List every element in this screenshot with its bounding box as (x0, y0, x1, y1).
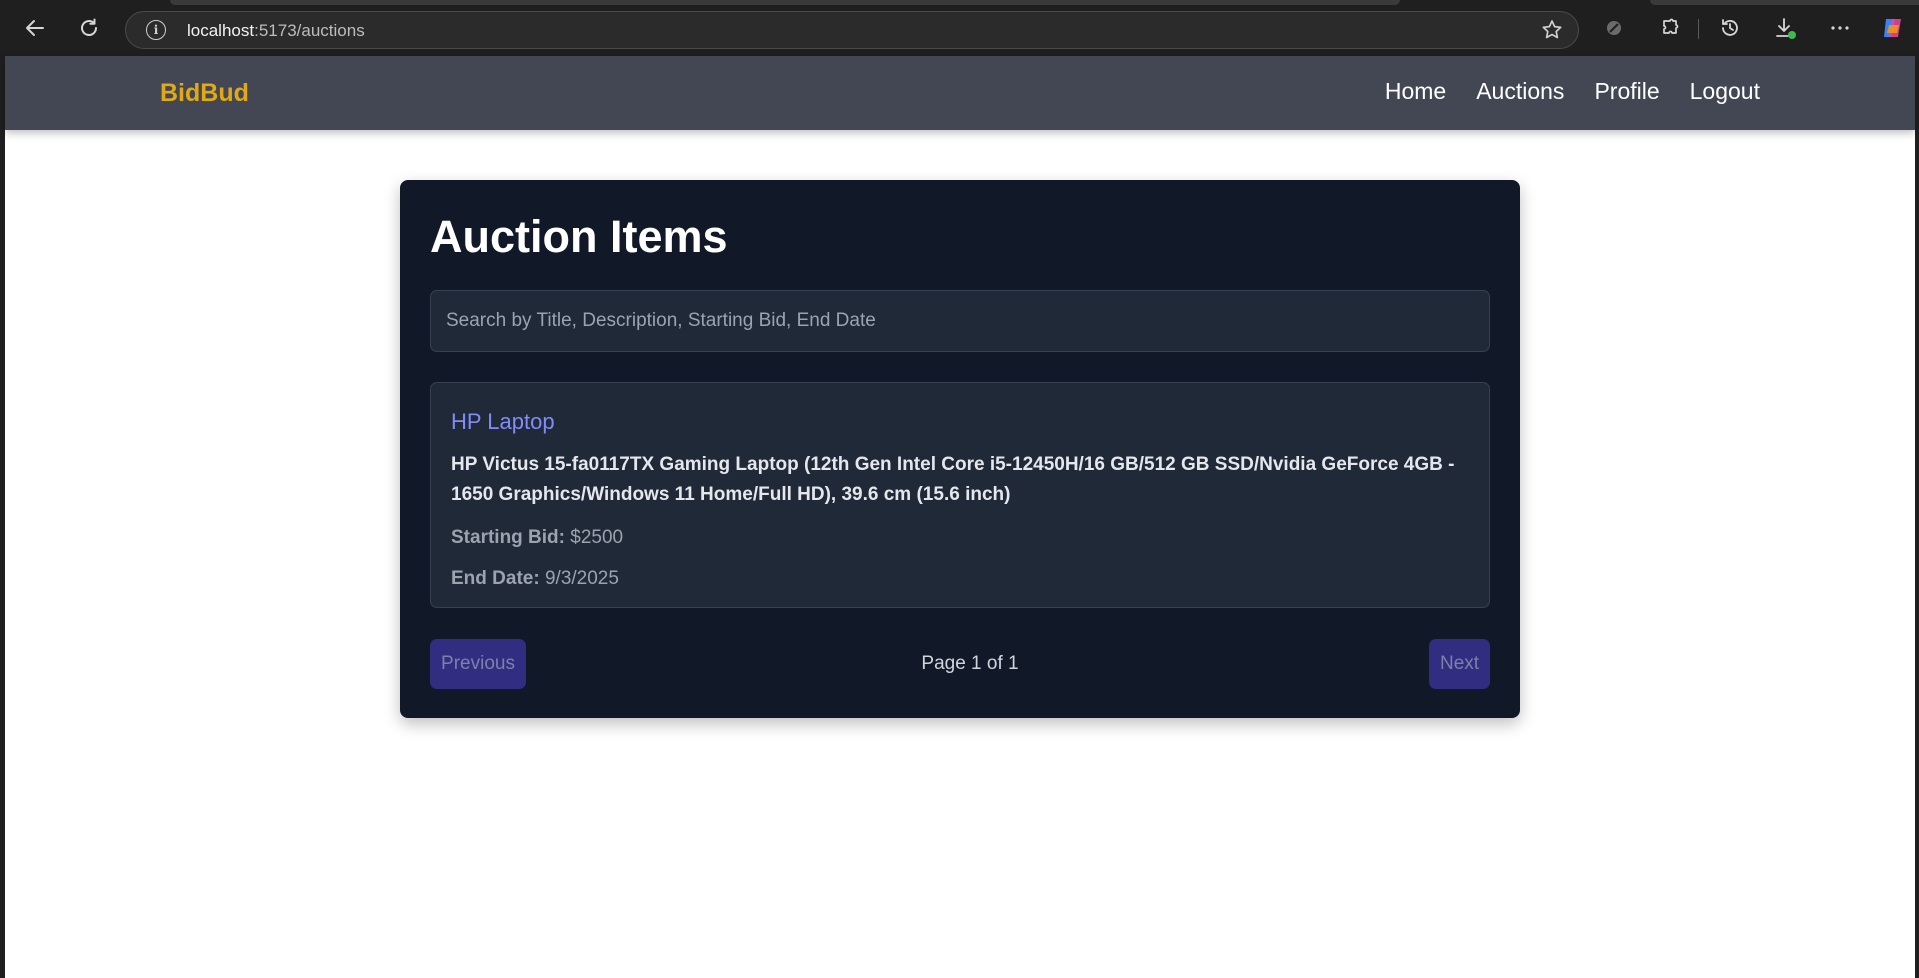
site-info-icon[interactable]: i (146, 20, 166, 40)
brand-logo[interactable]: BidBud (160, 79, 249, 108)
auction-item-card: HP Laptop HP Victus 15-fa0117TX Gaming L… (430, 382, 1490, 608)
next-page-button[interactable]: Next (1429, 639, 1490, 689)
favorite-star-icon[interactable] (1540, 18, 1564, 47)
starting-bid-value: $2500 (570, 527, 624, 548)
page-viewport: BidBud Home Auctions Profile Logout Auct… (5, 56, 1915, 978)
copilot-icon[interactable] (1878, 13, 1908, 43)
toolbar-separator (1698, 19, 1699, 39)
item-title-link[interactable]: HP Laptop (451, 409, 555, 435)
item-end-date: End Date: 9/3/2025 (451, 568, 619, 590)
end-date-value: 9/3/2025 (544, 568, 619, 589)
tab-strip (170, 0, 1400, 5)
tracking-shield-icon[interactable] (1599, 13, 1629, 43)
tab-strip-right (1650, 0, 1919, 5)
site-navbar: BidBud Home Auctions Profile Logout (5, 56, 1915, 130)
extensions-icon[interactable] (1655, 13, 1685, 43)
more-options-icon[interactable] (1825, 13, 1855, 43)
downloads-icon[interactable] (1770, 13, 1800, 43)
browser-toolbar: i localhost:5173/auctions (0, 0, 1919, 56)
nav-link-home[interactable]: Home (1385, 78, 1446, 105)
item-description: HP Victus 15-fa0117TX Gaming Laptop (12t… (451, 454, 1455, 505)
starting-bid-label: Starting Bid: (451, 527, 565, 548)
url-host: localhost (187, 21, 255, 40)
search-input[interactable] (430, 290, 1490, 352)
page-indicator: Page 1 of 1 (921, 653, 1019, 674)
address-bar[interactable]: i localhost:5173/auctions (125, 11, 1579, 49)
nav-link-profile[interactable]: Profile (1594, 78, 1659, 105)
auction-list-card: Auction Items HP Laptop HP Victus 15-fa0… (400, 180, 1520, 718)
url-text[interactable]: localhost:5173/auctions (187, 21, 365, 41)
nav-links: Home Auctions Profile Logout (1385, 78, 1760, 105)
item-starting-bid: Starting Bid: $2500 (451, 527, 623, 549)
back-arrow-icon[interactable] (20, 13, 50, 43)
page-title: Auction Items (430, 211, 728, 262)
nav-link-logout[interactable]: Logout (1690, 78, 1760, 105)
nav-link-auctions[interactable]: Auctions (1476, 78, 1564, 105)
history-icon[interactable] (1715, 13, 1745, 43)
end-date-label: End Date: (451, 568, 540, 589)
url-path: :5173/auctions (254, 21, 365, 40)
reload-icon[interactable] (74, 13, 104, 43)
